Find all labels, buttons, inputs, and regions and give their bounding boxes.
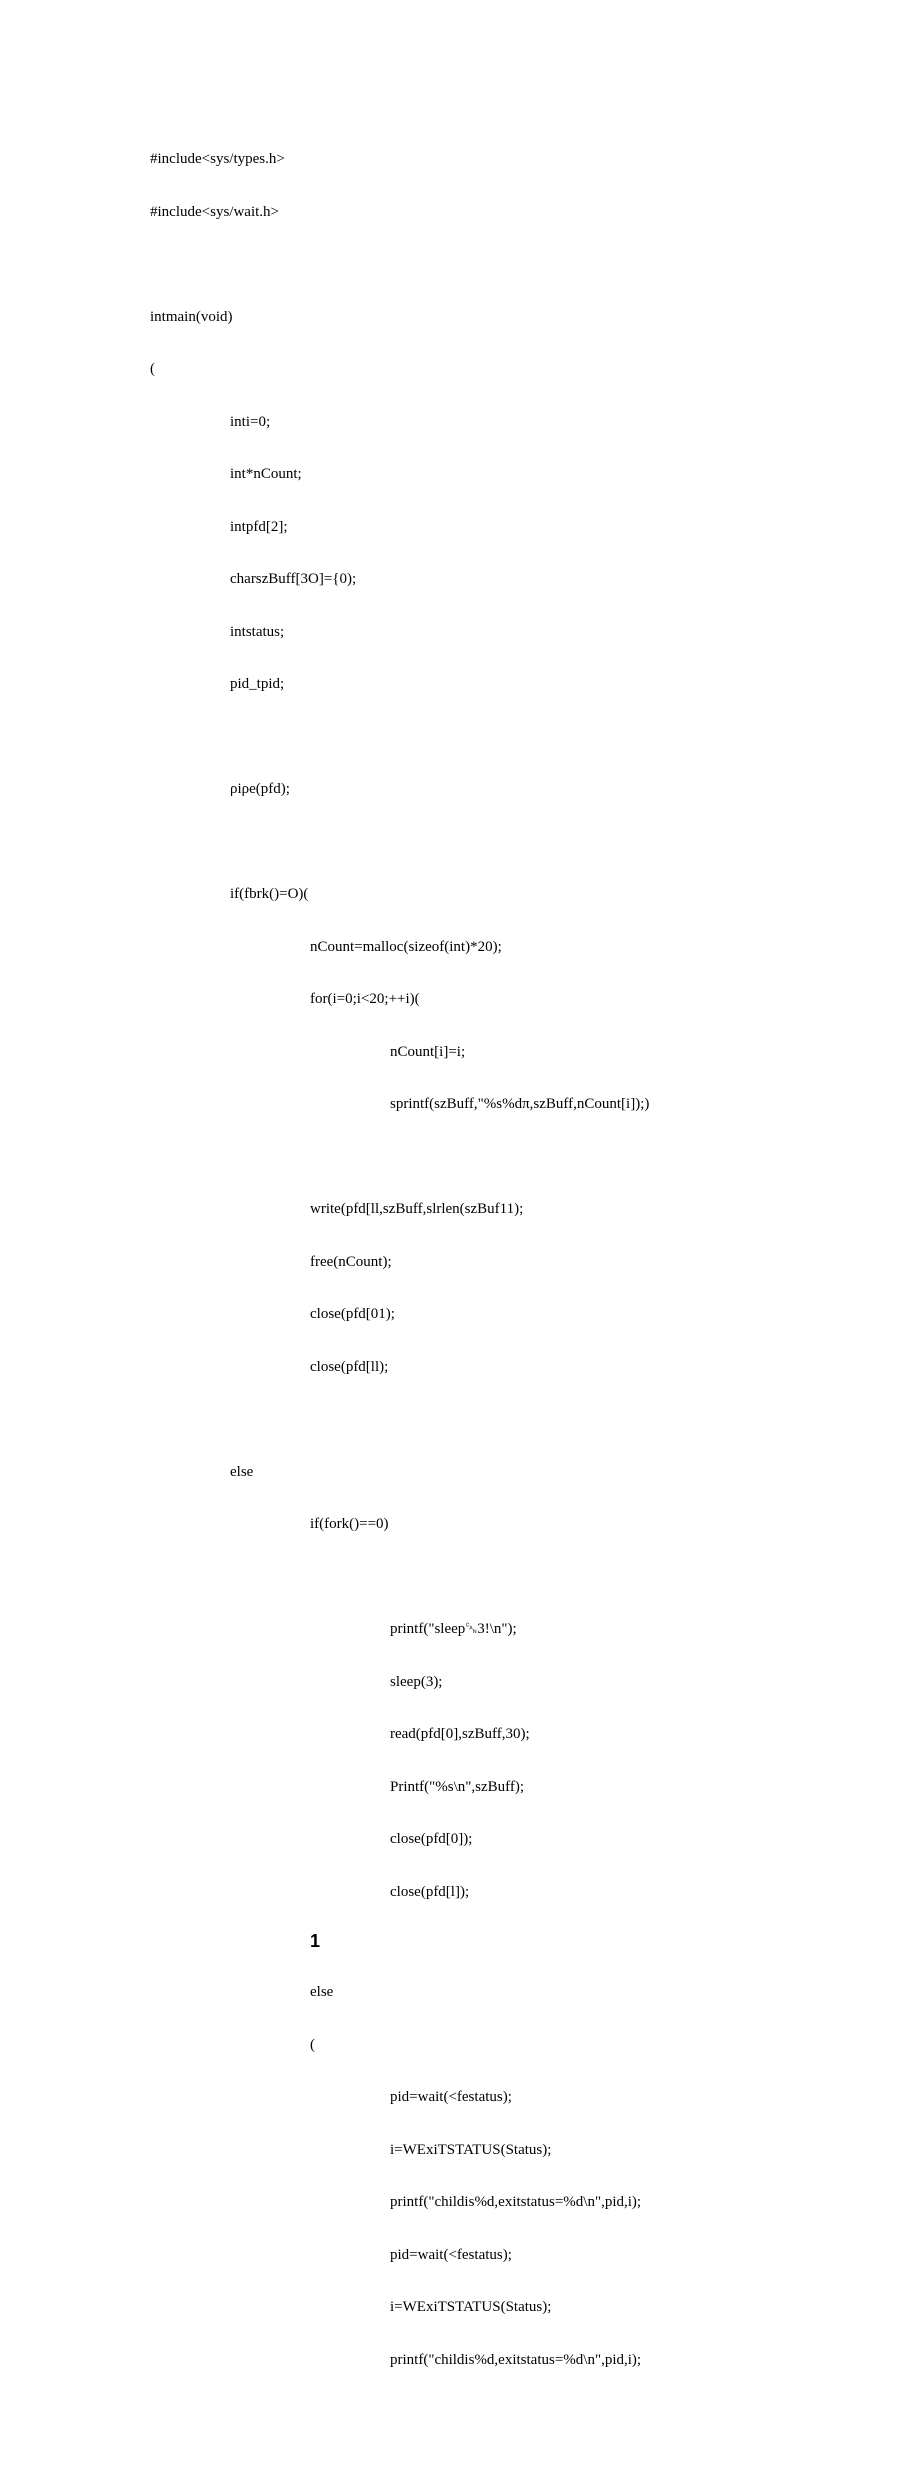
code-line: sprintf(szBuff,"%s%dπ,szBuff,nCount[i]);… [150, 1091, 920, 1117]
code-line: #include<sys/wait.h> [150, 199, 920, 225]
code-line: close(pfd[l]); [150, 1879, 920, 1905]
code-line: if(fbrk()=O)( [150, 881, 920, 907]
blank-line [150, 251, 920, 277]
code-line: pid_tpid; [150, 671, 920, 697]
code-line: ρiρe(pfd); [150, 776, 920, 802]
code-line: write(pfd[ll,szBuff,slrlen(szBuf11); [150, 1196, 920, 1222]
code-line: pid=wait(<festatus); [150, 2242, 920, 2268]
code-line: close(pfd[01); [150, 1301, 920, 1327]
code-line: for(i=0;i<20;++i)( [150, 986, 920, 1012]
code-line: if(fork()==0) [150, 1511, 920, 1537]
code-line: else [150, 1459, 920, 1485]
code-line: close(pfd[ll); [150, 1354, 920, 1380]
code-line: sleep(3); [150, 1669, 920, 1695]
code-line: ( [150, 356, 920, 382]
code-line: Printf("%s\n",szBuff); [150, 1774, 920, 1800]
code-line: close(pfd[0]); [150, 1826, 920, 1852]
code-line: nCount[i]=i; [150, 1039, 920, 1065]
page-marker: 1 [150, 1931, 920, 1953]
code-line: printf("sleep␘3!\n"); [150, 1616, 920, 1642]
code-line: intmain(void) [150, 304, 920, 330]
blank-line [150, 829, 920, 855]
code-line: printf("childis%d,exitstatus=%d\n",pid,i… [150, 2189, 920, 2215]
code-line: inti=0; [150, 409, 920, 435]
code-line: intpfd[2]; [150, 514, 920, 540]
blank-line [150, 1564, 920, 1590]
code-line: i=WExiTSTATUS(Status); [150, 2294, 920, 2320]
code-line: free(nCount); [150, 1249, 920, 1275]
code-line: #include<sys/types.h> [150, 146, 920, 172]
code-listing: #include<sys/types.h> #include<sys/wait.… [150, 120, 920, 2399]
code-line: charszBuff[3O]={0); [150, 566, 920, 592]
code-line: i=WExiTSTATUS(Status); [150, 2137, 920, 2163]
code-line: int*nCount; [150, 461, 920, 487]
code-line: ( [150, 2032, 920, 2058]
code-line: nCount=malloc(sizeof(int)*20); [150, 934, 920, 960]
code-line: intstatus; [150, 619, 920, 645]
code-line: read(pfd[0],szBuff,30); [150, 1721, 920, 1747]
blank-line [150, 1144, 920, 1170]
code-line: else [150, 1979, 920, 2005]
blank-line [150, 1406, 920, 1432]
code-line: pid=wait(<festatus); [150, 2084, 920, 2110]
code-line: printf("childis%d,exitstatus=%d\n",pid,i… [150, 2347, 920, 2373]
blank-line [150, 724, 920, 750]
